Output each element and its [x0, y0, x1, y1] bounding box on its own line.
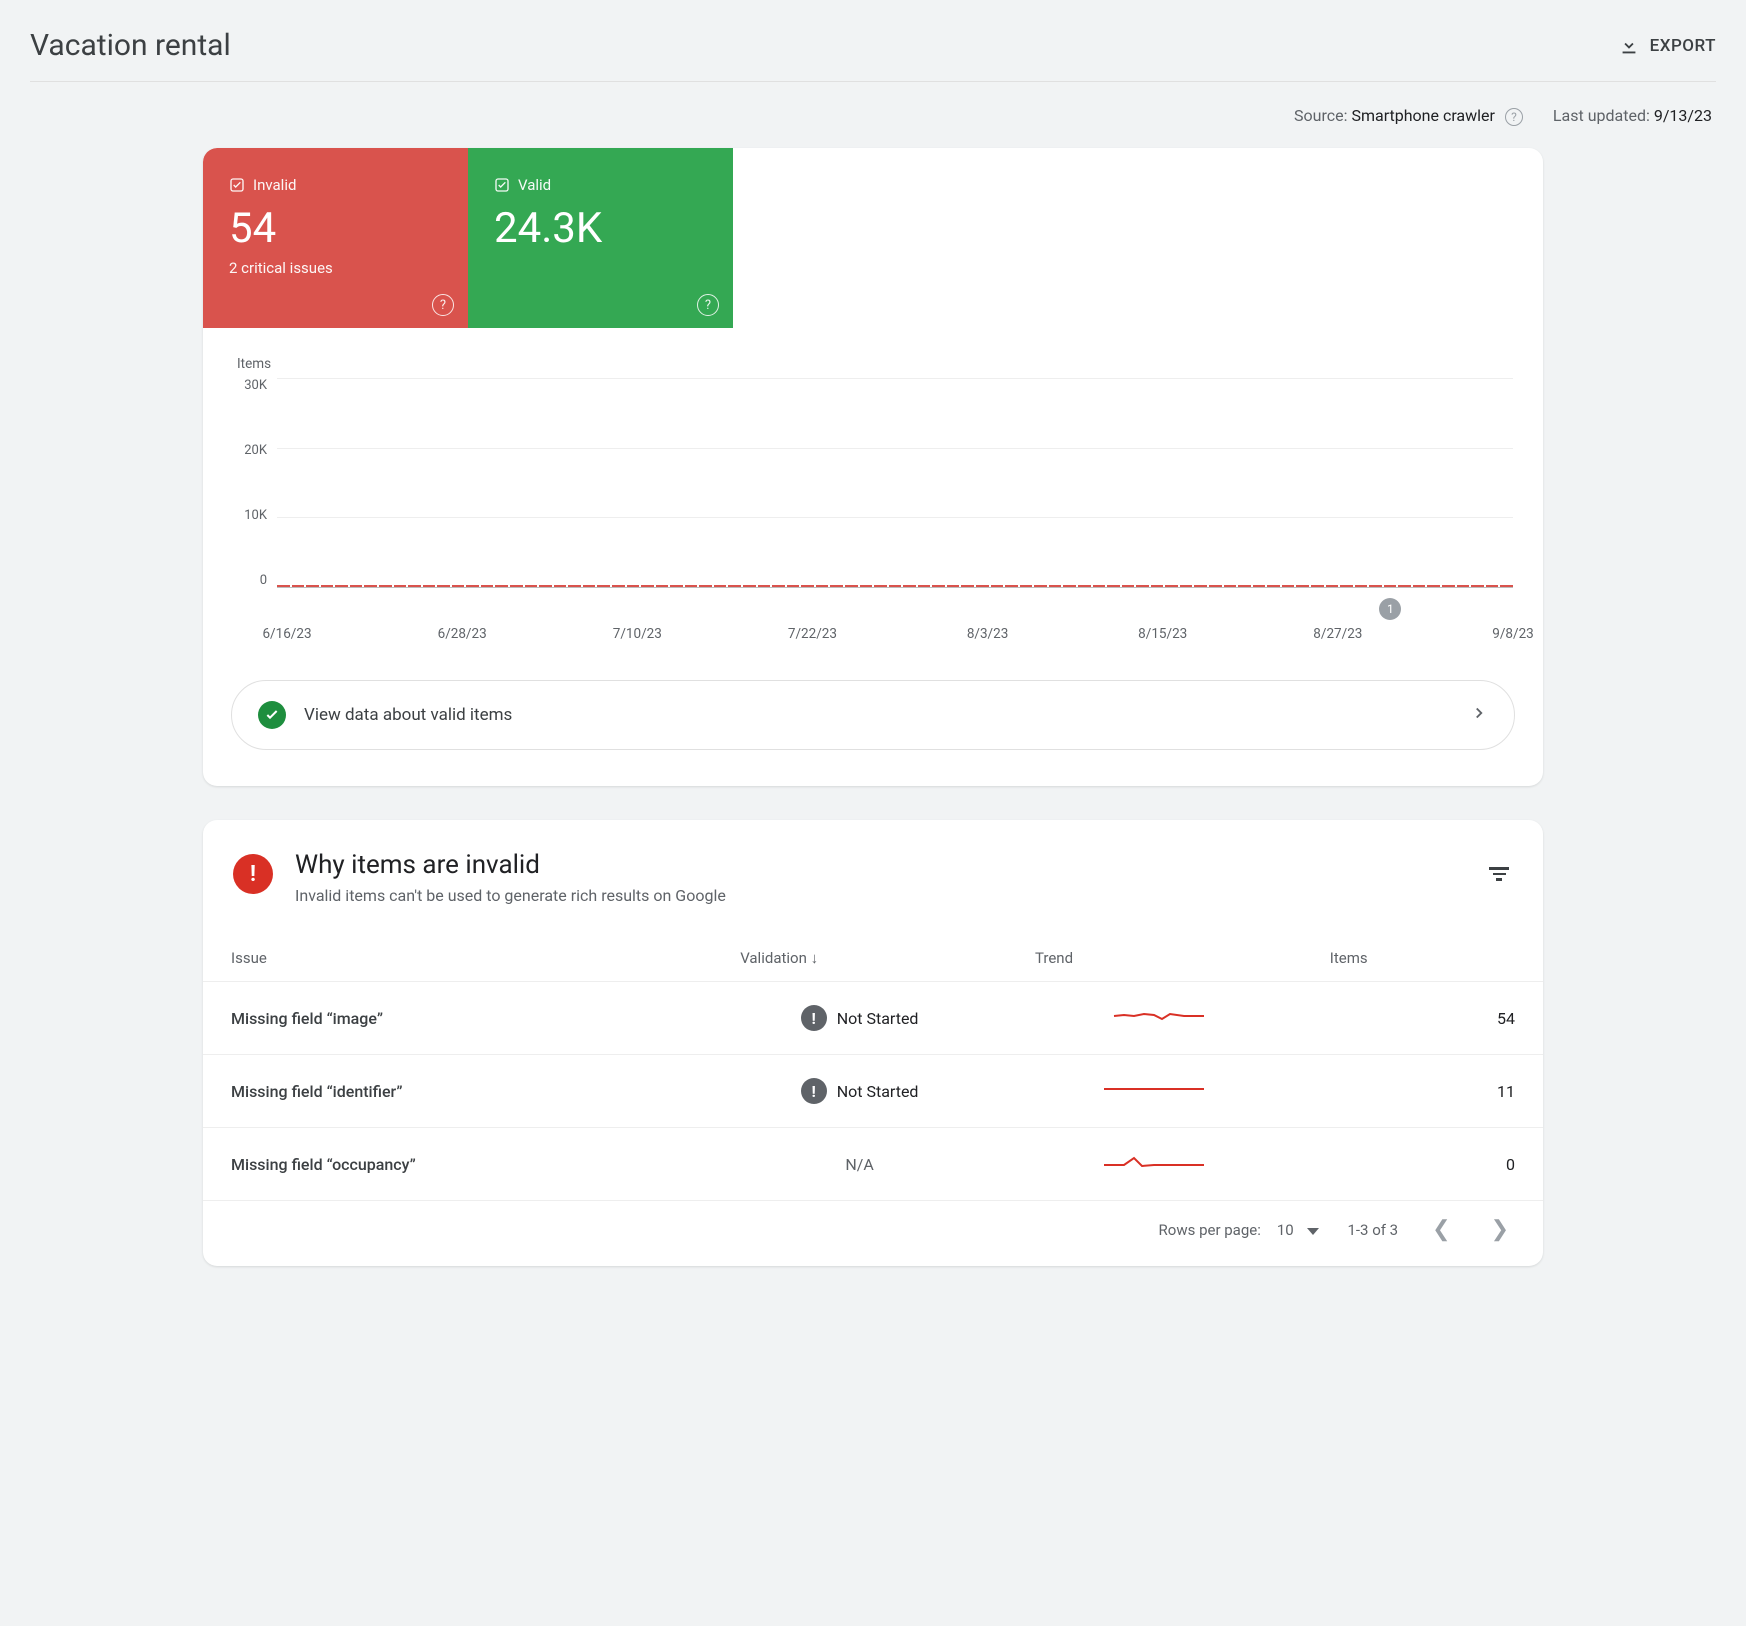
- trend-sparkline: [1007, 1055, 1302, 1128]
- export-button[interactable]: EXPORT: [1618, 35, 1716, 57]
- validation-status: !Not Started: [712, 1055, 1007, 1128]
- x-tick: 7/10/23: [613, 626, 662, 642]
- download-icon: [1618, 35, 1640, 57]
- tile-invalid-value: 54: [229, 204, 442, 253]
- y-tick: 10K: [244, 508, 267, 523]
- validation-status: !Not Started: [712, 982, 1007, 1055]
- x-tick: 7/22/23: [788, 626, 837, 642]
- col-trend[interactable]: Trend: [1007, 935, 1302, 982]
- view-valid-items-button[interactable]: View data about valid items: [231, 680, 1515, 750]
- x-tick: 6/16/23: [262, 626, 311, 642]
- checkbox-icon: [229, 177, 245, 193]
- trend-sparkline: [1007, 982, 1302, 1055]
- status-tiles: Invalid 54 2 critical issues ? Valid 24.…: [203, 148, 1543, 328]
- rows-per-page-value: 10: [1277, 1221, 1294, 1239]
- chart-marker[interactable]: 1: [1379, 598, 1401, 620]
- alert-icon: !: [233, 854, 273, 894]
- alert-badge-icon: !: [801, 1005, 827, 1031]
- col-issue[interactable]: Issue: [203, 935, 712, 982]
- tile-invalid[interactable]: Invalid 54 2 critical issues ?: [203, 148, 468, 328]
- chevron-right-icon: [1470, 704, 1488, 726]
- items-count: 0: [1302, 1128, 1543, 1201]
- tile-invalid-label: Invalid: [253, 176, 296, 194]
- rows-per-page-select[interactable]: 10: [1277, 1221, 1320, 1239]
- issues-subtitle: Invalid items can't be used to generate …: [295, 886, 726, 905]
- help-icon[interactable]: ?: [1505, 108, 1523, 126]
- chart-y-axis: 30K 20K 10K 0: [233, 378, 277, 588]
- export-label: EXPORT: [1650, 36, 1716, 56]
- table-row[interactable]: Missing field “occupancy”N/A 0: [203, 1128, 1543, 1201]
- help-icon[interactable]: ?: [697, 294, 719, 316]
- x-tick: 9/8/23: [1492, 626, 1534, 642]
- filter-button[interactable]: [1485, 860, 1513, 888]
- chevron-down-icon: [1307, 1228, 1319, 1235]
- tile-valid-value: 24.3K: [494, 204, 707, 253]
- updated-meta: Last updated: 9/13/23: [1553, 106, 1712, 126]
- y-tick: 0: [260, 573, 267, 588]
- meta-row: Source: Smartphone crawler ? Last update…: [30, 92, 1716, 148]
- issues-table: Issue Validation Trend Items Missing fie…: [203, 935, 1543, 1201]
- x-tick: 8/27/23: [1313, 626, 1362, 642]
- table-pager: Rows per page: 10 1-3 of 3 ❮ ❯: [203, 1201, 1543, 1266]
- issue-name: Missing field “identifier”: [203, 1055, 712, 1128]
- help-icon[interactable]: ?: [432, 294, 454, 316]
- items-count: 11: [1302, 1055, 1543, 1128]
- check-circle-icon: [258, 701, 286, 729]
- validation-status: N/A: [712, 1128, 1007, 1201]
- view-valid-items-label: View data about valid items: [304, 705, 512, 725]
- chart-x-axis: 6/16/236/28/237/10/237/22/238/3/238/15/2…: [287, 626, 1513, 650]
- issues-title: Why items are invalid: [295, 850, 726, 880]
- tile-valid-label: Valid: [518, 176, 551, 194]
- y-tick: 30K: [244, 378, 267, 393]
- page-range: 1-3 of 3: [1347, 1221, 1398, 1239]
- page-next-button[interactable]: ❯: [1485, 1217, 1515, 1242]
- issue-name: Missing field “occupancy”: [203, 1128, 712, 1201]
- updated-label: Last updated:: [1553, 106, 1650, 125]
- page-header: Vacation rental EXPORT: [30, 20, 1716, 82]
- source-value: Smartphone crawler: [1351, 106, 1495, 125]
- source-meta: Source: Smartphone crawler ?: [1294, 106, 1523, 126]
- updated-value: 9/13/23: [1654, 106, 1712, 125]
- issue-name: Missing field “image”: [203, 982, 712, 1055]
- tile-valid[interactable]: Valid 24.3K ?: [468, 148, 733, 328]
- rows-per-page-label: Rows per page:: [1159, 1221, 1261, 1239]
- col-validation[interactable]: Validation: [712, 935, 1007, 982]
- page-prev-button[interactable]: ❮: [1426, 1217, 1456, 1242]
- trend-sparkline: [1007, 1128, 1302, 1201]
- table-row[interactable]: Missing field “identifier”!Not Started 11: [203, 1055, 1543, 1128]
- source-label: Source:: [1294, 106, 1347, 125]
- x-tick: 8/3/23: [967, 626, 1009, 642]
- alert-badge-icon: !: [801, 1078, 827, 1104]
- col-items[interactable]: Items: [1302, 935, 1543, 982]
- table-row[interactable]: Missing field “image”!Not Started 54: [203, 982, 1543, 1055]
- chart: Items 30K 20K 10K 0 6/16/23 6/28/23 7/10/23 7/…: [203, 328, 1543, 650]
- items-count: 54: [1302, 982, 1543, 1055]
- y-tick: 20K: [244, 443, 267, 458]
- chart-y-label: Items: [237, 356, 1513, 372]
- issues-card: ! Why items are invalid Invalid items ca…: [203, 820, 1543, 1266]
- x-tick: 8/15/23: [1138, 626, 1187, 642]
- status-chart-card: Invalid 54 2 critical issues ? Valid 24.…: [203, 148, 1543, 786]
- checkbox-icon: [494, 177, 510, 193]
- x-tick: 6/28/23: [438, 626, 487, 642]
- chart-plot: [277, 378, 1513, 588]
- tile-invalid-sub: 2 critical issues: [229, 259, 442, 277]
- page-title: Vacation rental: [30, 28, 231, 63]
